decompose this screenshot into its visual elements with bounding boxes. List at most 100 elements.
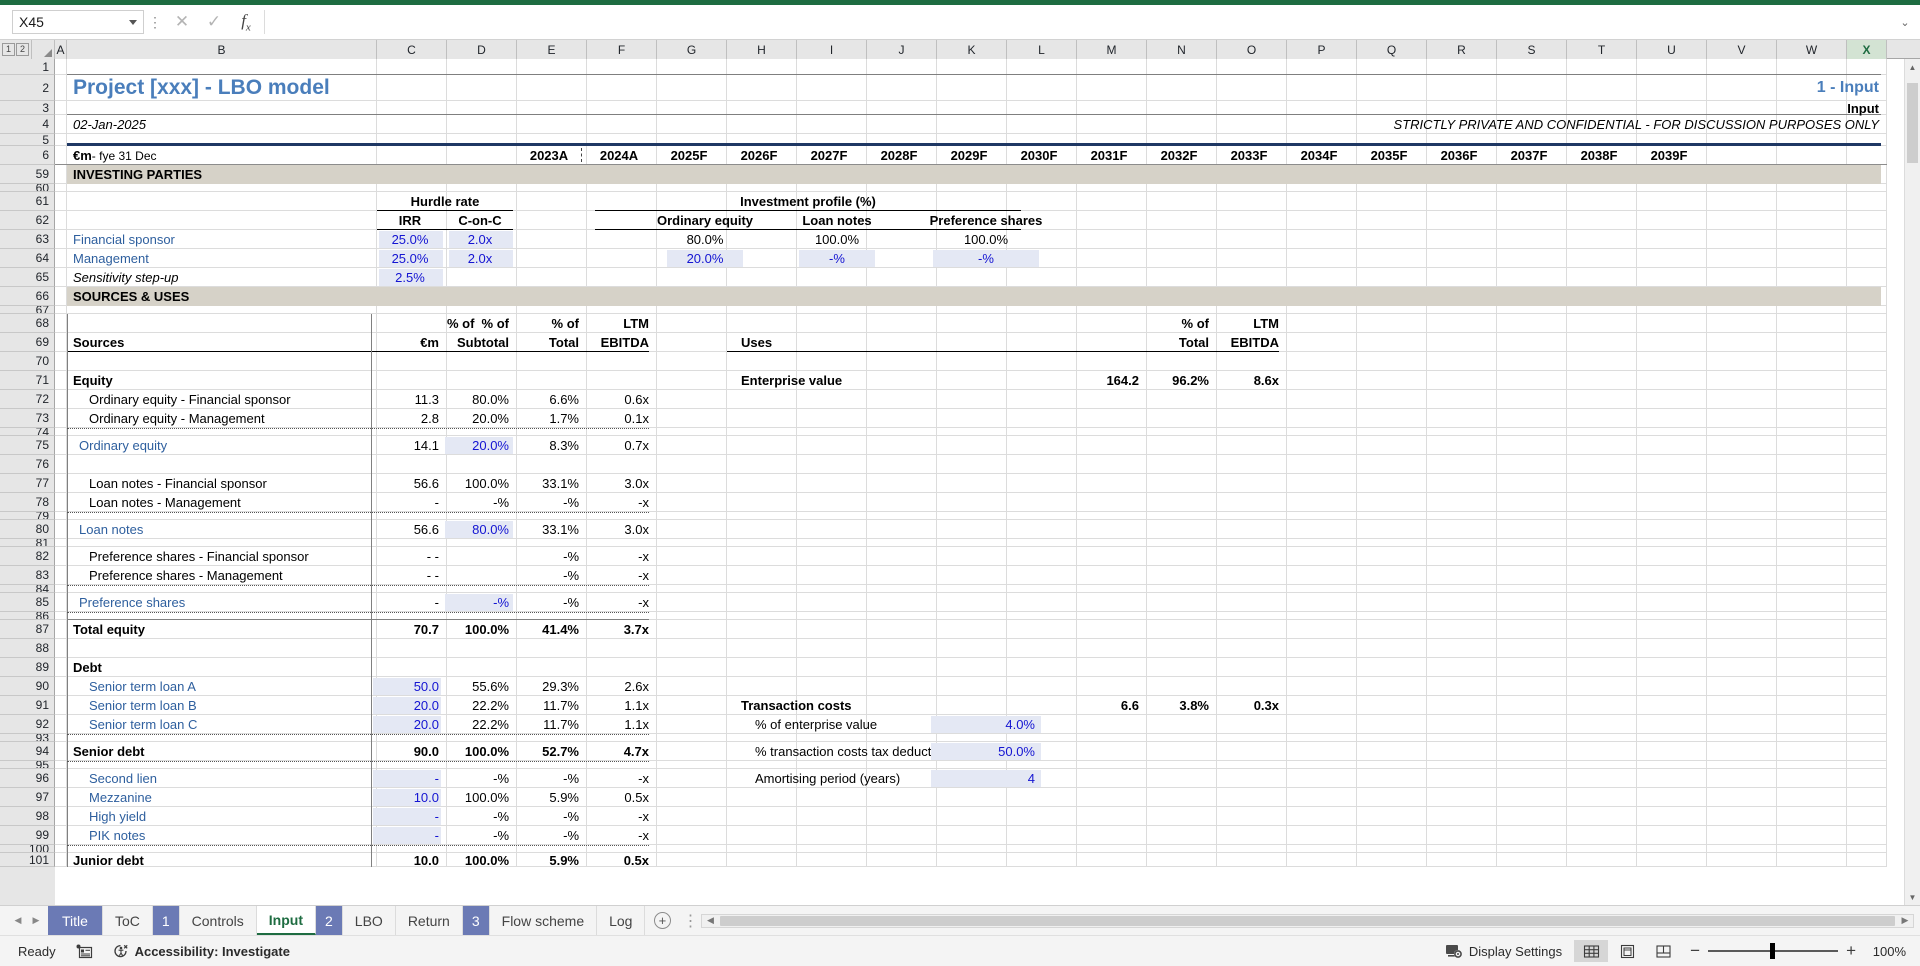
row-header-62[interactable]: 62 (0, 211, 55, 230)
column-header-D[interactable]: D (447, 40, 517, 59)
preference-shares-profile-0[interactable]: 100.0% (911, 230, 1061, 249)
row-header-59[interactable]: 59 (0, 165, 55, 184)
sources-pct-total-98[interactable]: -% (517, 807, 579, 826)
uses-input-value-92[interactable]: 4.0% (931, 715, 1035, 734)
more-options-icon[interactable]: ⋮ (144, 14, 166, 31)
sources-ltm-96[interactable]: -x (587, 769, 649, 788)
column-header-C[interactable]: C (377, 40, 447, 59)
sources-amount-77[interactable]: 56.6 (377, 474, 439, 493)
sources-pct-total-77[interactable]: 33.1% (517, 474, 579, 493)
sources-pct-total-91[interactable]: 11.7% (517, 696, 579, 715)
ordinary-equity-profile-1[interactable]: 20.0% (645, 249, 765, 268)
sheet-tab-1[interactable]: 1 (152, 906, 180, 935)
ordinary-equity-profile-0[interactable]: 80.0% (645, 230, 765, 249)
column-header-A[interactable]: A (55, 40, 67, 59)
sources-amount-94[interactable]: 90.0 (377, 742, 439, 761)
column-header-V[interactable]: V (1707, 40, 1777, 59)
sources-pct-subtotal-78[interactable]: -% (447, 493, 509, 512)
grid-cells[interactable]: Project [xxx] - LBO model 02-Jan-2025 1 - … (55, 59, 1920, 905)
horizontal-scroll-thumb[interactable] (720, 915, 1895, 926)
accessibility-button[interactable]: Accessibility: Investigate (103, 943, 300, 959)
sources-ltm-91[interactable]: 1.1x (587, 696, 649, 715)
zoom-track[interactable] (1708, 943, 1839, 959)
outline-level-1[interactable]: 1 (2, 43, 15, 56)
row-header-80[interactable]: 80 (0, 520, 55, 539)
row-header-60[interactable]: 60 (0, 184, 55, 192)
row-header-74[interactable]: 74 (0, 428, 55, 436)
scroll-up-arrow-icon[interactable]: ▲ (1905, 59, 1920, 75)
column-header-J[interactable]: J (867, 40, 937, 59)
sources-ltm-75[interactable]: 0.7x (587, 436, 649, 455)
row-header-96[interactable]: 96 (0, 769, 55, 788)
row-header-89[interactable]: 89 (0, 658, 55, 677)
sources-pct-total-80[interactable]: 33.1% (517, 520, 579, 539)
sources-ltm-90[interactable]: 2.6x (587, 677, 649, 696)
row-header-68[interactable]: 68 (0, 314, 55, 333)
sheet-nav-arrows[interactable]: ◀ ▶ (0, 906, 48, 935)
sources-pct-total-101[interactable]: 5.9% (517, 853, 579, 868)
uses-ltm-91[interactable]: 0.3x (1217, 696, 1279, 715)
uses-amount-71[interactable]: 164.2 (1077, 371, 1139, 390)
sources-pct-total-73[interactable]: 1.7% (517, 409, 579, 428)
column-header-N[interactable]: N (1147, 40, 1217, 59)
vertical-scroll-thumb[interactable] (1907, 83, 1918, 163)
row-header-95[interactable]: 95 (0, 761, 55, 769)
outline-level-buttons[interactable]: 1 2 (0, 40, 32, 59)
row-header-4[interactable]: 4 (0, 115, 55, 134)
column-header-K[interactable]: K (937, 40, 1007, 59)
row-header-88[interactable]: 88 (0, 639, 55, 658)
row-header-101[interactable]: 101 (0, 853, 55, 867)
new-sheet-button[interactable]: + (645, 906, 679, 935)
formula-input[interactable] (264, 10, 1894, 34)
sensitivity-step-up-value[interactable]: 2.5% (377, 268, 443, 287)
sources-amount-72[interactable]: 11.3 (377, 390, 439, 409)
expand-formula-bar-icon[interactable]: ⌄ (1894, 10, 1916, 34)
row-header-5[interactable]: 5 (0, 134, 55, 146)
sources-ltm-72[interactable]: 0.6x (587, 390, 649, 409)
sources-pct-total-99[interactable]: -% (517, 826, 579, 845)
column-header-B[interactable]: B (67, 40, 377, 59)
sources-pct-total-78[interactable]: -% (517, 493, 579, 512)
select-all-corner[interactable] (32, 40, 55, 59)
row-header-94[interactable]: 94 (0, 742, 55, 761)
tab-split-handle[interactable]: ⋮ (679, 911, 701, 931)
sources-pct-total-82[interactable]: -% (517, 547, 579, 566)
row-header-72[interactable]: 72 (0, 390, 55, 409)
row-header-82[interactable]: 82 (0, 547, 55, 566)
row-header-77[interactable]: 77 (0, 474, 55, 493)
column-header-L[interactable]: L (1007, 40, 1077, 59)
sources-amount-82[interactable]: - - (377, 547, 439, 566)
sources-pct-subtotal-72[interactable]: 80.0% (447, 390, 509, 409)
sources-amount-101[interactable]: 10.0 (377, 853, 439, 868)
insert-function-icon[interactable]: fx (230, 10, 262, 34)
uses-pct-total-91[interactable]: 3.8% (1147, 696, 1209, 715)
sources-pct-subtotal-77[interactable]: 100.0% (447, 474, 509, 493)
uses-pct-total-71[interactable]: 96.2% (1147, 371, 1209, 390)
prev-sheet-arrow-icon[interactable]: ▶ (28, 911, 44, 931)
row-header-70[interactable]: 70 (0, 352, 55, 371)
vertical-scrollbar[interactable]: ▲ ▼ (1904, 59, 1920, 905)
sources-ltm-78[interactable]: -x (587, 493, 649, 512)
column-header-X[interactable]: X (1847, 40, 1887, 59)
row-header-92[interactable]: 92 (0, 715, 55, 734)
row-header-75[interactable]: 75 (0, 436, 55, 455)
row-header-63[interactable]: 63 (0, 230, 55, 249)
sources-pct-total-97[interactable]: 5.9% (517, 788, 579, 807)
sources-pct-subtotal-80[interactable]: 80.0% (447, 520, 509, 539)
zoom-in-icon[interactable]: + (1846, 941, 1856, 961)
row-header-78[interactable]: 78 (0, 493, 55, 512)
sources-amount-85[interactable]: - (377, 593, 439, 612)
sources-pct-subtotal-101[interactable]: 100.0% (447, 853, 509, 868)
sources-amount-75[interactable]: 14.1 (377, 436, 439, 455)
sources-pct-subtotal-92[interactable]: 22.2% (447, 715, 509, 734)
row-header-86[interactable]: 86 (0, 612, 55, 620)
row-header-2[interactable]: 2 (0, 75, 55, 101)
sources-ltm-80[interactable]: 3.0x (587, 520, 649, 539)
row-header-97[interactable]: 97 (0, 788, 55, 807)
column-header-Q[interactable]: Q (1357, 40, 1427, 59)
column-header-O[interactable]: O (1217, 40, 1287, 59)
column-header-T[interactable]: T (1567, 40, 1637, 59)
conc-value-0[interactable]: 2.0x (447, 230, 513, 249)
sources-amount-97[interactable]: 10.0 (377, 788, 439, 807)
row-header-69[interactable]: 69 (0, 333, 55, 352)
